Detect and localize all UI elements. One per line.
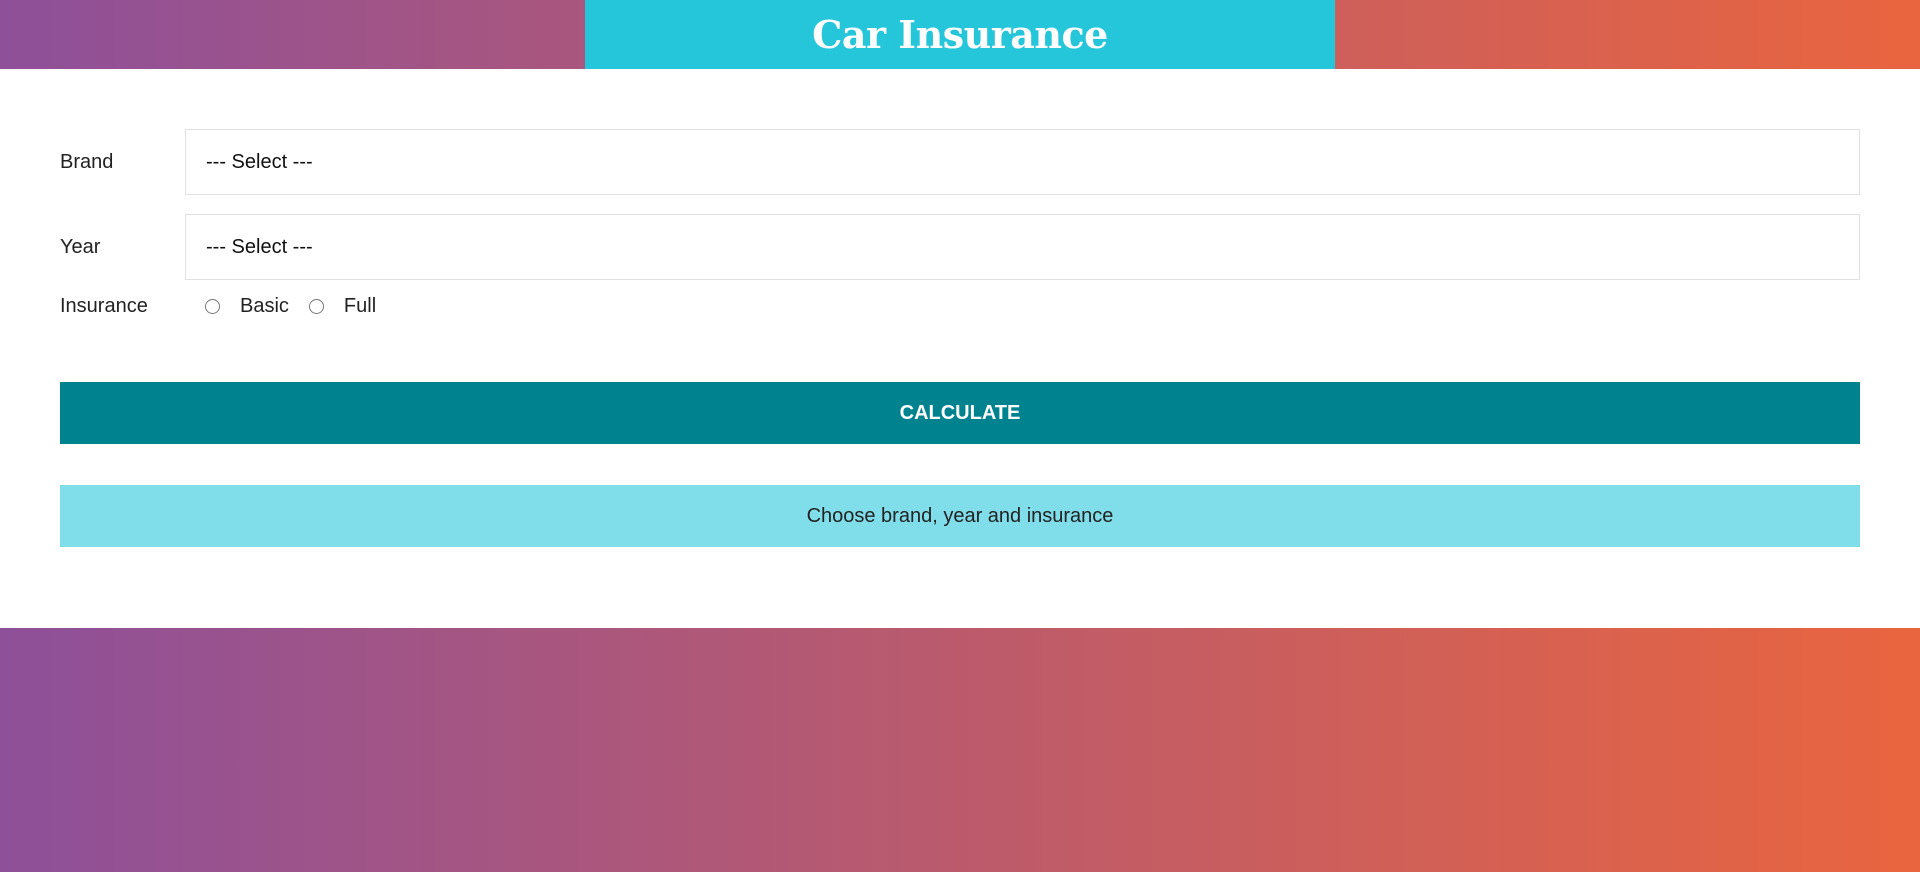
header-title-box: Car Insurance [585, 0, 1335, 69]
insurance-radio-group: Basic Full [185, 295, 396, 318]
insurance-basic-label[interactable]: Basic [240, 295, 289, 318]
insurance-basic-radio[interactable] [205, 298, 220, 314]
insurance-full-radio[interactable] [308, 298, 324, 314]
header-bar: Car Insurance [0, 0, 1920, 69]
brand-row: Brand --- Select --- [60, 129, 1860, 195]
brand-select[interactable]: --- Select --- [185, 129, 1860, 195]
brand-label: Brand [60, 150, 114, 173]
insurance-label: Insurance [60, 294, 148, 317]
year-select[interactable]: --- Select --- [185, 214, 1860, 280]
insurance-row: Insurance Basic Full [60, 291, 1860, 321]
result-message: Choose brand, year and insurance [60, 485, 1860, 547]
year-label: Year [60, 235, 101, 258]
form-container: Brand --- Select --- Year --- Select ---… [0, 69, 1920, 628]
year-row: Year --- Select --- [60, 214, 1860, 280]
page-title: Car Insurance [812, 12, 1108, 57]
insurance-full-label[interactable]: Full [344, 295, 376, 318]
calculate-button[interactable]: CALCULATE [60, 382, 1860, 444]
